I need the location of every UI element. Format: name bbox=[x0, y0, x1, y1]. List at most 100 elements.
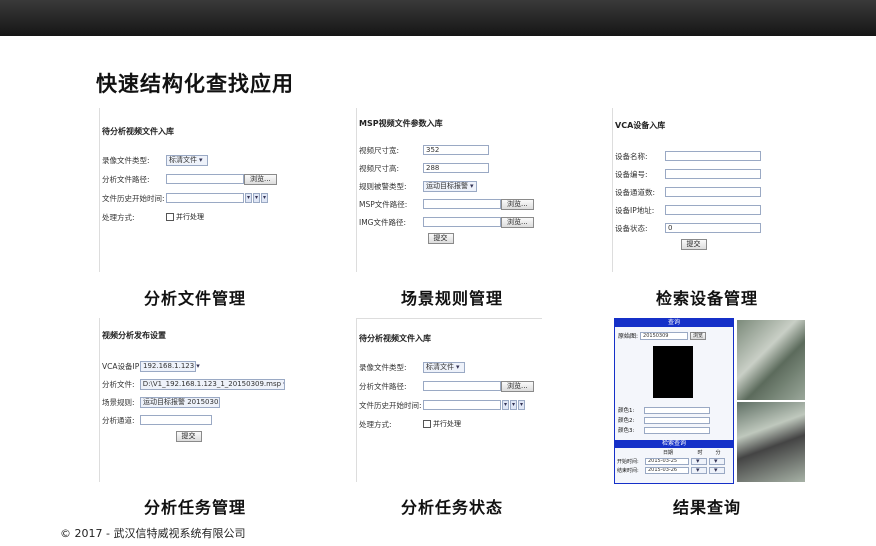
field-label: 设备通道数: bbox=[615, 187, 656, 197]
scene-rule-panel: MSP视频文件参数入库 视频尺寸宽: 352 视频尺寸高: 288 规则被警类型… bbox=[356, 108, 542, 272]
color1-input[interactable] bbox=[644, 406, 710, 414]
field-label: 设备IP地址: bbox=[615, 205, 655, 215]
field-label: 设备名称: bbox=[615, 151, 648, 161]
analysis-task-panel: 视频分析发布设置 VCA设备IP: 192.168.1.123 分析文件: D:… bbox=[99, 318, 285, 482]
form-row: 设备通道数: bbox=[615, 185, 782, 199]
form-row: 设备名称: bbox=[615, 149, 782, 163]
panel-title: 待分析视频文件入库 bbox=[102, 127, 174, 136]
caption-analysis-file: 分析文件管理 bbox=[143, 289, 246, 308]
form-row: IMG文件路径: 浏览... bbox=[359, 215, 542, 229]
device-ip-input[interactable] bbox=[665, 205, 761, 215]
device-status-input[interactable]: 0 bbox=[665, 223, 761, 233]
analysis-file-select[interactable]: D:\V1_192.168.1.123_1_20150309.msp bbox=[139, 378, 285, 390]
parallel-checkbox[interactable] bbox=[423, 420, 431, 428]
field-label: 颜色2: bbox=[618, 418, 635, 424]
img-path-input[interactable] bbox=[423, 217, 501, 227]
field-label: 颜色1: bbox=[618, 408, 635, 414]
field-label: 设备编号: bbox=[615, 169, 648, 179]
col-header: 日期 bbox=[662, 450, 673, 456]
end-minute-select[interactable] bbox=[709, 467, 725, 474]
panel-title: 待分析视频文件入库 bbox=[359, 334, 431, 343]
panel-title: VCA设备入库 bbox=[615, 121, 666, 130]
form-row: 视频尺寸高: 288 bbox=[359, 161, 542, 175]
field-label: 处理方式: bbox=[359, 419, 392, 429]
alarm-type-select[interactable]: 运动目标报警 bbox=[423, 180, 477, 192]
device-id-input[interactable] bbox=[665, 169, 761, 179]
checkbox-label: 并行处理 bbox=[433, 420, 461, 428]
time-spinner[interactable]: ▾ ▾ ▾ bbox=[501, 400, 525, 410]
channel-count-input[interactable] bbox=[665, 187, 761, 197]
start-minute-select[interactable] bbox=[709, 458, 725, 465]
channel-input[interactable] bbox=[140, 415, 212, 425]
form-row: 文件历史开始时间: ▾ ▾ ▾ bbox=[102, 191, 285, 205]
height-input[interactable]: 288 bbox=[423, 163, 489, 173]
form-row: 设备IP地址: bbox=[615, 203, 782, 217]
query-image-preview bbox=[653, 346, 693, 398]
field-label: IMG文件路径: bbox=[359, 217, 407, 227]
color3-input[interactable] bbox=[644, 426, 710, 434]
browse-button[interactable]: 浏览 bbox=[690, 331, 707, 340]
form-row: 视频尺寸宽: 352 bbox=[359, 143, 542, 157]
field-label: 录像文件类型: bbox=[102, 155, 150, 165]
start-time-input[interactable] bbox=[166, 193, 244, 203]
field-label: 文件历史开始时间: bbox=[102, 193, 165, 203]
parallel-checkbox[interactable] bbox=[166, 213, 174, 221]
vca-ip-select[interactable]: 192.168.1.123 bbox=[140, 360, 196, 372]
field-label: VCA设备IP: bbox=[102, 361, 140, 371]
width-input[interactable]: 352 bbox=[423, 145, 489, 155]
form-row: 分析文件路径: 浏览... bbox=[359, 379, 542, 393]
field-label: 原始图: bbox=[618, 333, 639, 340]
field-label: 设备状态: bbox=[615, 223, 648, 233]
submit-button[interactable]: 提交 bbox=[427, 233, 454, 244]
form-row: 分析文件路径: 浏览... bbox=[102, 172, 285, 186]
start-time-input[interactable] bbox=[423, 400, 501, 410]
form-row: 文件历史开始时间: ▾ ▾ ▾ bbox=[359, 398, 542, 412]
end-hour-select[interactable] bbox=[691, 467, 707, 474]
color2-input[interactable] bbox=[644, 416, 710, 424]
form-row: 设备状态: 0 bbox=[615, 221, 782, 235]
form-row: 分析通道: bbox=[102, 413, 285, 427]
file-path-input[interactable] bbox=[166, 174, 244, 184]
field-label: 结束时间: bbox=[617, 468, 639, 474]
scene-rule-select[interactable]: 运动目标报警 20150305 bbox=[140, 396, 220, 408]
field-label: MSP文件路径: bbox=[359, 199, 408, 209]
analysis-file-panel: 待分析视频文件入库 录像文件类型: 标清文件 分析文件路径: 浏览... 文件历… bbox=[99, 108, 285, 272]
footer-copyright: © 2017 - 武汉信特威视系统有限公司 bbox=[60, 527, 246, 540]
field-label: 分析通道: bbox=[102, 415, 135, 425]
form-row: 处理方式: 并行处理 bbox=[102, 210, 285, 224]
browse-button[interactable]: 浏览... bbox=[501, 380, 534, 392]
field-label: 视频尺寸高: bbox=[359, 163, 400, 173]
submit-button[interactable]: 提交 bbox=[175, 431, 202, 442]
field-label: 规则被警类型: bbox=[359, 181, 407, 191]
field-label: 录像文件类型: bbox=[359, 362, 407, 372]
browse-button[interactable]: 浏览... bbox=[501, 216, 534, 228]
caption-analysis-status: 分析任务状态 bbox=[400, 498, 503, 517]
form-row: 规则被警类型: 运动目标报警 bbox=[359, 179, 542, 193]
submit-button[interactable]: 提交 bbox=[680, 239, 707, 250]
start-date-input[interactable]: 2015-03-25 bbox=[645, 458, 689, 465]
browse-button[interactable]: 浏览... bbox=[244, 173, 277, 185]
retrieval-device-panel: VCA设备入库 设备名称: 设备编号: 设备通道数: 设备IP地址: 设备状态:… bbox=[612, 108, 782, 272]
query-header: 查询 bbox=[615, 319, 733, 327]
end-date-input[interactable]: 2015-03-26 bbox=[645, 467, 689, 474]
query-image-input[interactable]: 20150309 bbox=[640, 331, 689, 340]
file-type-select[interactable]: 标清文件 bbox=[423, 361, 465, 373]
checkbox-label: 并行处理 bbox=[176, 213, 204, 221]
col-header: 时 bbox=[697, 450, 703, 456]
device-name-input[interactable] bbox=[665, 151, 761, 161]
field-label: 视频尺寸宽: bbox=[359, 145, 400, 155]
field-label: 文件历史开始时间: bbox=[359, 400, 422, 410]
search-header: 检索查询 bbox=[615, 440, 733, 448]
time-spinner[interactable]: ▾ ▾ ▾ bbox=[244, 193, 268, 203]
browse-button[interactable]: 浏览... bbox=[501, 198, 534, 210]
field-label: 处理方式: bbox=[102, 212, 135, 222]
analysis-status-panel: 待分析视频文件入库 录像文件类型: 标清文件 分析文件路径: 浏览... 文件历… bbox=[356, 318, 542, 482]
msp-path-input[interactable] bbox=[423, 199, 501, 209]
form-row: 录像文件类型: 标清文件 bbox=[359, 360, 542, 374]
caption-analysis-task: 分析任务管理 bbox=[143, 498, 246, 517]
start-hour-select[interactable] bbox=[691, 458, 707, 465]
file-path-input[interactable] bbox=[423, 381, 501, 391]
field-label: 颜色3: bbox=[618, 428, 635, 434]
file-type-select[interactable]: 标清文件 bbox=[166, 154, 208, 166]
field-label: 分析文件路径: bbox=[359, 381, 407, 391]
